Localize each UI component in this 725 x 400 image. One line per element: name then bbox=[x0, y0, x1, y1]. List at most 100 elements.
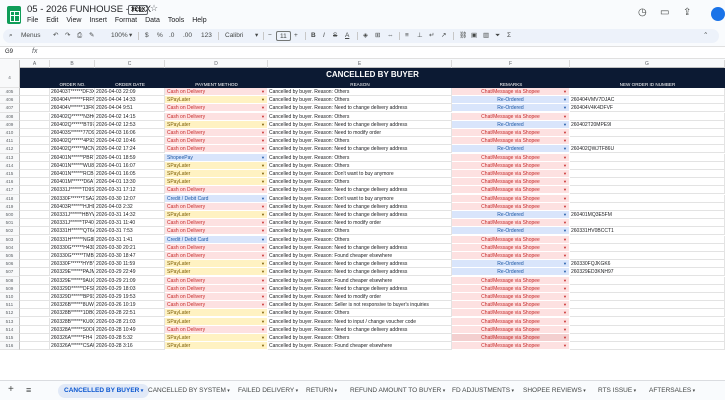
tab-shopee-reviews[interactable]: SHOPEE REVIEWS ▾ bbox=[523, 384, 586, 398]
dropdown-arrow-icon[interactable]: ▼ bbox=[261, 137, 265, 144]
header-cell[interactable]: REMARKS bbox=[452, 81, 570, 88]
cell-a[interactable] bbox=[20, 186, 50, 195]
payment-method-dropdown[interactable]: Cash on Delivery ▼ bbox=[165, 284, 267, 293]
reason-cell[interactable]: Cancelled by buyer. Reason: Need to modi… bbox=[268, 129, 452, 137]
payment-method-dropdown[interactable]: Cash on Delivery ▼ bbox=[165, 112, 267, 121]
remarks-dropdown[interactable]: Chat/Message via Shopee ▼ bbox=[452, 161, 569, 170]
payment-method-dropdown[interactable]: Cash on Delivery ▼ bbox=[165, 88, 267, 96]
reason-cell[interactable]: Cancelled by buyer. Reason: Need to chan… bbox=[268, 202, 452, 211]
cell-a[interactable] bbox=[20, 252, 50, 260]
remarks-dropdown[interactable]: Chat/Message via Shopee ▼ bbox=[452, 342, 569, 351]
dropdown-arrow-icon[interactable]: ▼ bbox=[563, 178, 567, 185]
new-order-id-cell[interactable]: 260404VMV7DJAC bbox=[570, 96, 725, 105]
tab-cancelled-by-system[interactable]: CANCELLED BY SYSTEM ▾ bbox=[148, 384, 230, 398]
row-header[interactable]: 418 bbox=[0, 194, 20, 203]
dropdown-arrow-icon[interactable]: ▼ bbox=[261, 285, 265, 292]
dropdown-arrow-icon[interactable]: ▼ bbox=[563, 318, 567, 325]
dropdown-arrow-icon[interactable]: ▼ bbox=[261, 260, 265, 267]
new-order-id-cell[interactable] bbox=[570, 153, 725, 162]
column-header-g[interactable]: G bbox=[570, 60, 725, 68]
order-no-cell[interactable]: 260404V******FRFN bbox=[50, 96, 95, 105]
new-order-id-cell[interactable]: 260404V4K4DFVF bbox=[570, 104, 725, 113]
row-header[interactable]: 408 bbox=[0, 112, 20, 121]
order-no-cell[interactable]: 260404V******13FK bbox=[50, 104, 95, 113]
new-order-id-cell[interactable] bbox=[570, 301, 725, 310]
payment-method-dropdown[interactable]: Cash on Delivery ▼ bbox=[165, 325, 267, 334]
cell-a[interactable] bbox=[20, 104, 50, 113]
payment-method-dropdown[interactable]: SPayLater ▼ bbox=[165, 260, 267, 269]
dropdown-arrow-icon[interactable]: ▼ bbox=[261, 301, 265, 308]
order-date-cell[interactable]: 2026-04-02 17:24 bbox=[95, 145, 165, 154]
dropdown-arrow-icon[interactable]: ▼ bbox=[563, 170, 567, 177]
dropdown-arrow-icon[interactable]: ▼ bbox=[563, 211, 567, 218]
row-header[interactable]: 414 bbox=[0, 161, 20, 170]
remarks-dropdown[interactable]: Chat/Message via Shopee ▼ bbox=[452, 309, 569, 318]
order-date-cell[interactable]: 2026-04-02 12:53 bbox=[95, 120, 165, 129]
order-no-cell[interactable]: 260326A******CSAW bbox=[50, 342, 95, 351]
header-cell[interactable]: REASON bbox=[268, 81, 452, 88]
dropdown-arrow-icon[interactable]: ▼ bbox=[563, 252, 567, 259]
cell-a[interactable] bbox=[20, 202, 50, 211]
column-header-e[interactable]: E bbox=[268, 60, 452, 68]
remarks-dropdown[interactable]: Chat/Message via Shopee ▼ bbox=[452, 112, 569, 121]
redo-icon[interactable]: ↷ bbox=[65, 29, 70, 43]
dropdown-arrow-icon[interactable]: ▼ bbox=[261, 318, 265, 325]
reason-cell[interactable]: Cancelled by buyer. Reason: Others bbox=[268, 88, 452, 96]
add-sheet-icon[interactable]: + bbox=[8, 383, 14, 397]
reason-cell[interactable]: Cancelled by buyer. Reason: Need to chan… bbox=[268, 260, 452, 269]
order-no-cell[interactable]: 260331J******TD9S bbox=[50, 186, 95, 195]
new-order-id-cell[interactable] bbox=[570, 112, 725, 121]
row-header[interactable]: 410 bbox=[0, 129, 20, 138]
row-header[interactable]: 412 bbox=[0, 145, 20, 154]
order-date-cell[interactable]: 2026-03-28 22:51 bbox=[95, 309, 165, 318]
new-order-id-cell[interactable] bbox=[570, 243, 725, 252]
order-date-cell[interactable]: 2026-03-29 21:09 bbox=[95, 276, 165, 285]
remarks-dropdown[interactable]: Chat/Message via Shopee ▼ bbox=[452, 284, 569, 293]
tab-fd-adjustments[interactable]: FD ADJUSTMENTS ▾ bbox=[452, 384, 514, 398]
header-cell[interactable]: PAYMENT METHOD bbox=[165, 81, 268, 88]
dropdown-arrow-icon[interactable]: ▼ bbox=[261, 326, 265, 333]
reason-cell[interactable]: Cancelled by buyer. Reason: Need to chan… bbox=[268, 268, 452, 277]
remarks-dropdown[interactable]: Chat/Message via Shopee ▼ bbox=[452, 276, 569, 285]
order-date-cell[interactable]: 2026-04-04 9:51 bbox=[95, 104, 165, 113]
dropdown-arrow-icon[interactable]: ▼ bbox=[261, 219, 265, 226]
row-header[interactable]: 511 bbox=[0, 301, 20, 310]
tab-chevron-icon[interactable]: ▾ bbox=[333, 388, 337, 394]
menu-format[interactable]: Format bbox=[115, 16, 137, 26]
remarks-dropdown[interactable]: Chat/Message via Shopee ▼ bbox=[452, 194, 569, 203]
cell-a[interactable] bbox=[20, 145, 50, 154]
tab-aftersales[interactable]: AFTERSALES ▾ bbox=[649, 384, 695, 398]
payment-method-dropdown[interactable]: SPayLater ▼ bbox=[165, 170, 267, 178]
order-date-cell[interactable]: 2026-03-29 18:03 bbox=[95, 284, 165, 293]
row-header[interactable]: 419 bbox=[0, 202, 20, 211]
reason-cell[interactable]: Cancelled by buyer. Reason: Need to chan… bbox=[268, 104, 452, 113]
reason-cell[interactable]: Cancelled by buyer. Reason: Need to chan… bbox=[268, 243, 452, 252]
payment-method-dropdown[interactable]: ShopeePay ▼ bbox=[165, 153, 267, 162]
dropdown-arrow-icon[interactable]: ▼ bbox=[261, 334, 265, 341]
all-sheets-icon[interactable]: ≡ bbox=[26, 383, 31, 397]
new-order-id-cell[interactable] bbox=[570, 276, 725, 285]
currency-button[interactable]: $ bbox=[145, 29, 149, 43]
star-icon[interactable]: ☆ bbox=[150, 3, 158, 14]
remarks-dropdown[interactable]: Chat/Message via Shopee ▼ bbox=[452, 170, 569, 178]
row-header[interactable]: 502 bbox=[0, 227, 20, 236]
dropdown-arrow-icon[interactable]: ▼ bbox=[563, 96, 567, 103]
dropdown-arrow-icon[interactable]: ▼ bbox=[563, 129, 567, 136]
order-date-cell[interactable]: 2026-03-31 14:32 bbox=[95, 211, 165, 219]
new-order-id-cell[interactable] bbox=[570, 284, 725, 293]
new-order-id-cell[interactable]: 260402QWJTF86U bbox=[570, 145, 725, 154]
dropdown-arrow-icon[interactable]: ▼ bbox=[563, 301, 567, 308]
insert-comment-icon[interactable]: ▣ bbox=[471, 29, 477, 43]
new-order-id-cell[interactable] bbox=[570, 334, 725, 342]
text-rotate-icon[interactable]: ↗ bbox=[441, 29, 446, 43]
reason-cell[interactable]: Cancelled by buyer. Reason: Don't want t… bbox=[268, 170, 452, 178]
font-size-input[interactable]: 11 bbox=[276, 31, 291, 41]
remarks-dropdown[interactable]: Chat/Message via Shopee ▼ bbox=[452, 317, 569, 326]
tab-refund-amount-to-buyer[interactable]: REFUND AMOUNT TO BUYER ▾ bbox=[350, 384, 445, 398]
order-date-cell[interactable]: 2026-03-26 10:19 bbox=[95, 301, 165, 310]
cell-a[interactable] bbox=[20, 161, 50, 170]
payment-method-dropdown[interactable]: Cash on Delivery ▼ bbox=[165, 252, 267, 260]
dropdown-arrow-icon[interactable]: ▼ bbox=[261, 342, 265, 349]
cell-a[interactable] bbox=[20, 243, 50, 252]
dropdown-arrow-icon[interactable]: ▼ bbox=[563, 88, 567, 95]
